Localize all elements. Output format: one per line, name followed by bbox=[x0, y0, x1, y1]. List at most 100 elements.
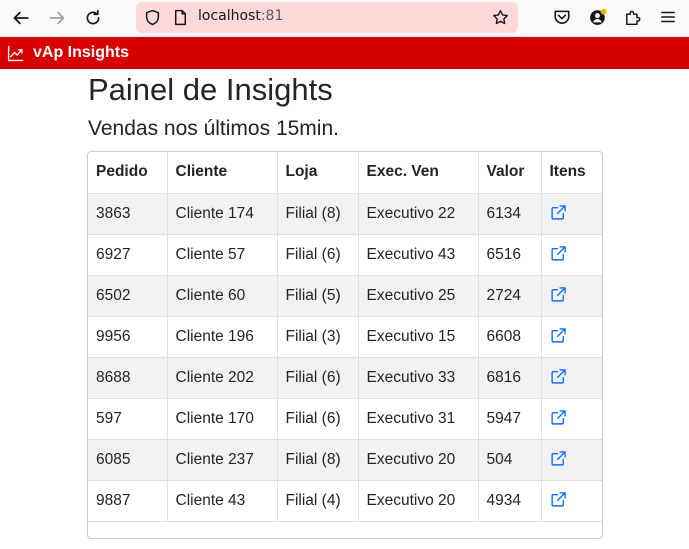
cell-cliente: Cliente 196 bbox=[167, 316, 278, 358]
external-link-icon[interactable] bbox=[550, 286, 568, 304]
cell-loja: Filial (6) bbox=[277, 357, 359, 399]
table-row: 6085 Cliente 237 Filial (8) Executivo 20 504 bbox=[88, 439, 602, 481]
url-port: :81 bbox=[260, 8, 284, 24]
cell-exec-ven: Executivo 33 bbox=[358, 357, 479, 399]
table-row: 597 Cliente 170 Filial (6) Executivo 31 5947 bbox=[88, 398, 602, 440]
forward-button[interactable] bbox=[44, 5, 70, 31]
cell-cliente: Cliente 43 bbox=[167, 480, 278, 522]
reload-button[interactable] bbox=[80, 5, 106, 31]
url-bar[interactable]: localhost:81 bbox=[136, 2, 518, 33]
cell-itens bbox=[541, 439, 602, 481]
cell-loja: Filial (3) bbox=[277, 316, 359, 358]
account-button[interactable] bbox=[587, 6, 609, 28]
table-row: 9956 Cliente 196 Filial (3) Executivo 15 660… bbox=[88, 316, 602, 358]
external-link-icon[interactable] bbox=[550, 368, 568, 386]
graph-up-icon bbox=[7, 44, 25, 62]
column-header-cliente: Cliente bbox=[167, 152, 278, 194]
page-icon[interactable] bbox=[171, 8, 189, 26]
cell-loja: Filial (8) bbox=[277, 439, 359, 481]
account-icon bbox=[590, 8, 607, 25]
cell-cliente: Cliente 174 bbox=[167, 193, 278, 235]
cell-pedido: 9956 bbox=[88, 316, 168, 358]
cell-itens bbox=[541, 193, 602, 235]
back-button[interactable] bbox=[8, 5, 34, 31]
cell-valor: 5947 bbox=[478, 398, 542, 440]
cell-valor: 2724 bbox=[478, 275, 542, 317]
cell-exec-ven: Executivo 15 bbox=[358, 316, 479, 358]
cell-itens bbox=[541, 316, 602, 358]
column-header-itens: Itens bbox=[541, 152, 602, 194]
arrow-right-icon bbox=[49, 11, 65, 25]
cell-pedido: 6085 bbox=[88, 439, 168, 481]
cell-itens bbox=[541, 275, 602, 317]
cell-valor: 6516 bbox=[478, 234, 542, 276]
cell-loja: Filial (8) bbox=[277, 193, 359, 235]
external-link-icon[interactable] bbox=[550, 409, 568, 427]
cell-pedido: 6502 bbox=[88, 275, 168, 317]
bookmark-star-icon[interactable] bbox=[491, 8, 509, 26]
table-row: 3863 Cliente 174 Filial (8) Executivo 22 613… bbox=[88, 193, 602, 235]
table-row: 6927 Cliente 57 Filial (6) Executivo 43 6516 bbox=[88, 234, 602, 276]
column-header-exec-ven: Exec. Ven bbox=[358, 152, 479, 194]
table-header-row: Pedido Cliente Loja Exec. Ven Valor Iten… bbox=[88, 152, 602, 194]
cell-exec-ven: Executivo 20 bbox=[358, 480, 479, 522]
cell-loja: Filial (6) bbox=[277, 234, 359, 276]
reload-icon bbox=[86, 9, 100, 25]
pocket-button[interactable] bbox=[551, 6, 573, 28]
external-link-icon[interactable] bbox=[550, 327, 568, 345]
menu-button[interactable] bbox=[657, 6, 679, 28]
cell-valor: 4934 bbox=[478, 480, 542, 522]
cell-cliente: Cliente 202 bbox=[167, 357, 278, 399]
cell-pedido: 597 bbox=[88, 398, 168, 440]
sales-table-container: Pedido Cliente Loja Exec. Ven Valor Iten… bbox=[87, 151, 603, 539]
url-text[interactable]: localhost:81 bbox=[198, 8, 283, 24]
url-host: localhost bbox=[198, 8, 261, 24]
cell-itens bbox=[541, 480, 602, 522]
cell-cliente: Cliente 237 bbox=[167, 439, 278, 481]
table-body: 3863 Cliente 174 Filial (8) Executivo 22 613… bbox=[88, 193, 602, 522]
cell-cliente: Cliente 170 bbox=[167, 398, 278, 440]
cell-loja: Filial (5) bbox=[277, 275, 359, 317]
cell-pedido: 3863 bbox=[88, 193, 168, 235]
table-row: 9887 Cliente 43 Filial (4) Executivo 20 4934 bbox=[88, 480, 602, 522]
sales-table: Pedido Cliente Loja Exec. Ven Valor Iten… bbox=[88, 152, 602, 522]
cell-pedido: 9887 bbox=[88, 480, 168, 522]
app-navbar: vAp Insights bbox=[0, 37, 689, 69]
page-subtitle: Vendas nos últimos 15min. bbox=[88, 117, 339, 140]
cell-cliente: Cliente 57 bbox=[167, 234, 278, 276]
cell-pedido: 8688 bbox=[88, 357, 168, 399]
arrow-left-icon bbox=[13, 11, 29, 25]
table-row: 8688 Cliente 202 Filial (6) Executivo 33 681… bbox=[88, 357, 602, 399]
cell-exec-ven: Executivo 43 bbox=[358, 234, 479, 276]
column-header-valor: Valor bbox=[478, 152, 542, 194]
column-header-pedido: Pedido bbox=[88, 152, 168, 194]
cell-loja: Filial (6) bbox=[277, 398, 359, 440]
browser-toolbar: localhost:81 bbox=[0, 0, 689, 37]
shield-icon[interactable] bbox=[143, 8, 161, 26]
external-link-icon[interactable] bbox=[550, 491, 568, 509]
cell-loja: Filial (4) bbox=[277, 480, 359, 522]
cell-pedido: 6927 bbox=[88, 234, 168, 276]
cell-itens bbox=[541, 398, 602, 440]
puzzle-icon bbox=[626, 10, 641, 26]
page-title: Painel de Insights bbox=[88, 72, 333, 107]
external-link-icon[interactable] bbox=[550, 245, 568, 263]
cell-exec-ven: Executivo 20 bbox=[358, 439, 479, 481]
extensions-button[interactable] bbox=[622, 6, 644, 28]
external-link-icon[interactable] bbox=[550, 204, 568, 222]
cell-valor: 504 bbox=[478, 439, 542, 481]
table-row: 6502 Cliente 60 Filial (5) Executivo 25 2724 bbox=[88, 275, 602, 317]
cell-exec-ven: Executivo 22 bbox=[358, 193, 479, 235]
column-header-loja: Loja bbox=[277, 152, 359, 194]
cell-cliente: Cliente 60 bbox=[167, 275, 278, 317]
external-link-icon[interactable] bbox=[550, 450, 568, 468]
pocket-icon bbox=[554, 10, 570, 24]
hamburger-menu-icon bbox=[661, 11, 675, 23]
cell-itens bbox=[541, 234, 602, 276]
cell-valor: 6134 bbox=[478, 193, 542, 235]
cell-itens bbox=[541, 357, 602, 399]
brand-link[interactable]: vAp Insights bbox=[33, 44, 129, 62]
cell-valor: 6608 bbox=[478, 316, 542, 358]
cell-valor: 6816 bbox=[478, 357, 542, 399]
cell-exec-ven: Executivo 31 bbox=[358, 398, 479, 440]
